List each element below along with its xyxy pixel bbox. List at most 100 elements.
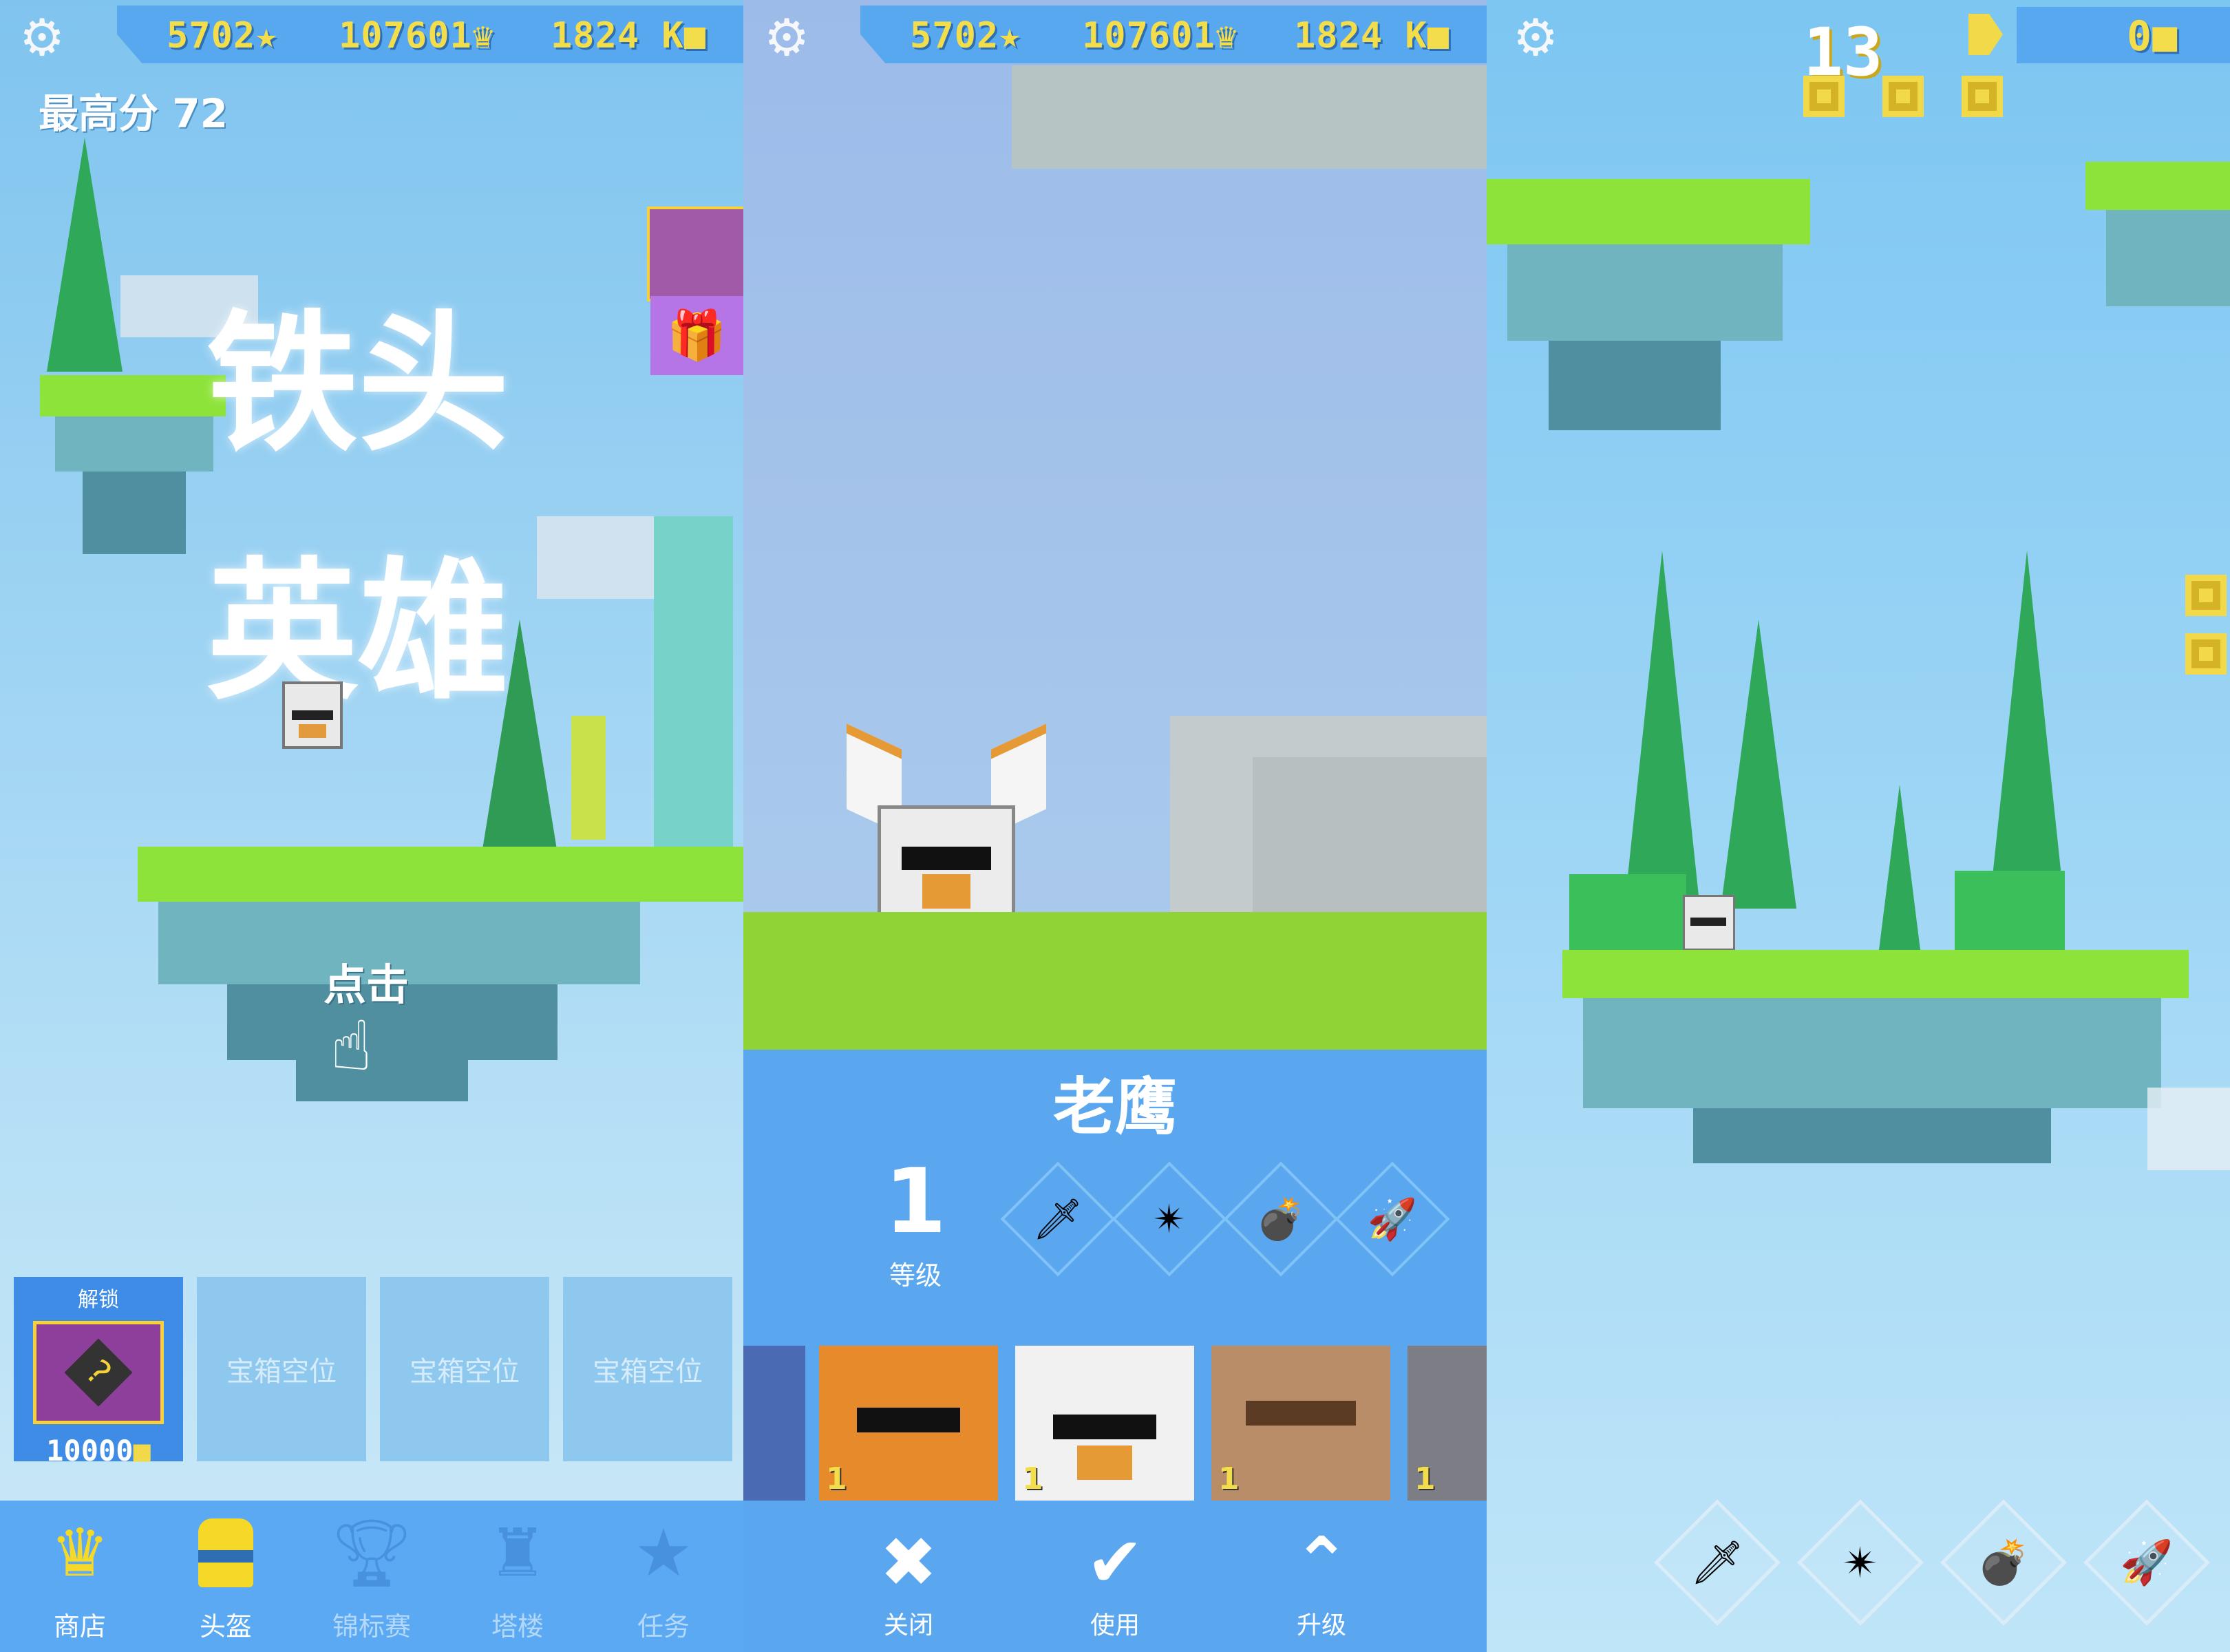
grass-tuft (1955, 871, 2065, 950)
coin-block-icon[interactable] (2185, 575, 2227, 616)
hero-card-raccoon[interactable]: 1 (1408, 1346, 1487, 1501)
chest-slot-empty[interactable]: 宝箱空位 (380, 1277, 549, 1461)
main-island-under (1693, 1108, 2051, 1163)
stars-value: 5702 (167, 15, 256, 56)
star-icon: ★ (633, 1514, 694, 1591)
floating-island (2085, 162, 2230, 210)
nav-helmet[interactable]: 头盔 (157, 1514, 295, 1643)
grass-tuft (1569, 874, 1686, 950)
chest-slot-empty[interactable]: 宝箱空位 (563, 1277, 732, 1461)
upgrade-label: 升级 (1296, 1611, 1346, 1640)
game-title-line1: 铁头 (206, 296, 510, 472)
settings-gear-icon[interactable]: ⚙ (1513, 12, 1558, 63)
hero-name: 老鹰 (1053, 1071, 1177, 1143)
shuriken-icon: ✴ (1843, 1537, 1878, 1588)
tree (1879, 785, 1920, 950)
coin-icon: ■ (2152, 12, 2178, 61)
rocket-icon: 🚀 (2120, 1537, 2174, 1587)
hero-card-level: 1 (826, 1461, 847, 1496)
coin-block-icon[interactable] (2185, 633, 2227, 675)
high-score-label: 最高分 (39, 90, 159, 137)
check-icon: ✔ (1086, 1522, 1144, 1602)
settings-gear-icon[interactable]: ⚙ (764, 12, 809, 63)
chest-price: 10000■ (14, 1434, 183, 1468)
settings-gear-icon[interactable]: ⚙ (19, 12, 65, 63)
high-score-value: 72 (172, 90, 228, 137)
crown-icon: ♛ (1215, 15, 1238, 56)
empty-slot-label: 宝箱空位 (226, 1356, 337, 1388)
hero-card-wolf[interactable]: 1 (743, 1346, 805, 1501)
cloud (537, 516, 661, 599)
hero-select-screen: ⚙ 5702★ 107601♛ 1824 K■ 老鹰 1 等级 🗡 ✴ 💣 🚀 … (743, 0, 1487, 1652)
coin-bar (2017, 7, 2230, 63)
star-icon: ★ (999, 15, 1021, 56)
tree (1624, 551, 1700, 909)
chest-slot-empty[interactable]: 宝箱空位 (197, 1277, 366, 1461)
close-icon: ✖ (880, 1522, 937, 1602)
high-score: 最高分 72 (39, 81, 228, 139)
stars-counter: 5702★ (167, 15, 278, 56)
crowns-value: 107601 (339, 15, 472, 56)
coins-value: 0 (2127, 12, 2153, 61)
nav-shop-label: 商店 (53, 1611, 106, 1642)
nav-shop[interactable]: ♛ 商店 (11, 1514, 149, 1643)
yellow-bush (571, 716, 606, 840)
cloud (1012, 65, 1487, 169)
hero-card-owl[interactable]: 1 (1211, 1346, 1390, 1501)
weapon-button-knife[interactable]: 🗡 (1654, 1499, 1781, 1626)
stone-steps (1253, 757, 1487, 922)
stars-counter: 5702★ (910, 15, 1021, 56)
gift-box-icon[interactable]: 🎁 (650, 296, 743, 375)
nav-tower[interactable]: ♜ 塔楼 (449, 1514, 586, 1643)
coin-icon: ■ (1427, 15, 1450, 56)
crown-icon: ♛ (50, 1514, 110, 1591)
eagle-hero-sprite (282, 681, 343, 749)
bomb-icon: 💣 (1255, 1195, 1306, 1242)
nav-tournament[interactable]: 🏆︎ 锦标赛 (303, 1514, 440, 1643)
use-button[interactable]: ✔ 使用 (1039, 1528, 1191, 1641)
tree (47, 138, 123, 372)
island-side (2106, 210, 2230, 306)
mystery-chest-icon[interactable] (647, 206, 743, 301)
nav-missions[interactable]: ★ 任务 (595, 1514, 732, 1643)
floating-island (1487, 179, 1810, 244)
rocket-icon: 🚀 (1367, 1195, 1418, 1242)
coins-counter: 1824 K■ (551, 15, 706, 56)
flag-icon (1968, 14, 2003, 55)
coins-value: 1824 K (551, 15, 684, 56)
crown-icon: ♛ (471, 15, 495, 56)
knife-icon: 🗡 (1690, 1537, 1745, 1587)
trophy-icon: 🏆︎ (330, 1514, 414, 1591)
main-island (138, 847, 743, 902)
hero-card-bear[interactable]: 1 (819, 1346, 998, 1501)
gameplay-screen: ⚙ 13 0■ 🗡 ✴ 💣 🚀 (1487, 0, 2230, 1652)
eagle-hero-preview (847, 723, 1046, 915)
small-island (40, 375, 226, 416)
nav-tournament-label: 锦标赛 (332, 1611, 411, 1642)
hero-level: 1 等级 (867, 1156, 964, 1292)
unlock-label: 解锁 (78, 1288, 119, 1312)
island-side (1507, 244, 1783, 341)
upgrade-button[interactable]: ⌃ 升级 (1246, 1528, 1397, 1641)
weapon-button-bomb[interactable]: 💣 (1940, 1499, 2067, 1626)
tree (1721, 620, 1796, 909)
score-block-icon (1803, 76, 1845, 117)
hero-card-eagle[interactable]: 1 (1015, 1346, 1194, 1501)
crowns-value: 107601 (1082, 15, 1215, 56)
upgrade-icon: ⌃ (1293, 1522, 1350, 1602)
weapon-button-shuriken[interactable]: ✴ (1797, 1499, 1924, 1626)
hero-card-level: 1 (1218, 1461, 1240, 1496)
helmet-icon (157, 1514, 295, 1591)
coin-icon: ■ (683, 15, 707, 56)
score-block-icon (1882, 76, 1924, 117)
island-side (55, 416, 213, 472)
main-menu-screen: ⚙ 5702★ 107601♛ 1824 K■ 最高分 72 铁头 英雄 🎁 点… (0, 0, 743, 1652)
stars-value: 5702 (910, 15, 999, 56)
nav-missions-label: 任务 (637, 1611, 690, 1642)
game-title-line2: 英雄 (206, 544, 510, 720)
chest-slot-locked[interactable]: 解锁 ? 10000■ (14, 1277, 183, 1468)
close-button[interactable]: ✖ 关闭 (833, 1528, 984, 1641)
weapon-button-rocket[interactable]: 🚀 (2083, 1499, 2210, 1626)
nav-helmet-label: 头盔 (199, 1611, 252, 1642)
cloud (2147, 1088, 2230, 1170)
